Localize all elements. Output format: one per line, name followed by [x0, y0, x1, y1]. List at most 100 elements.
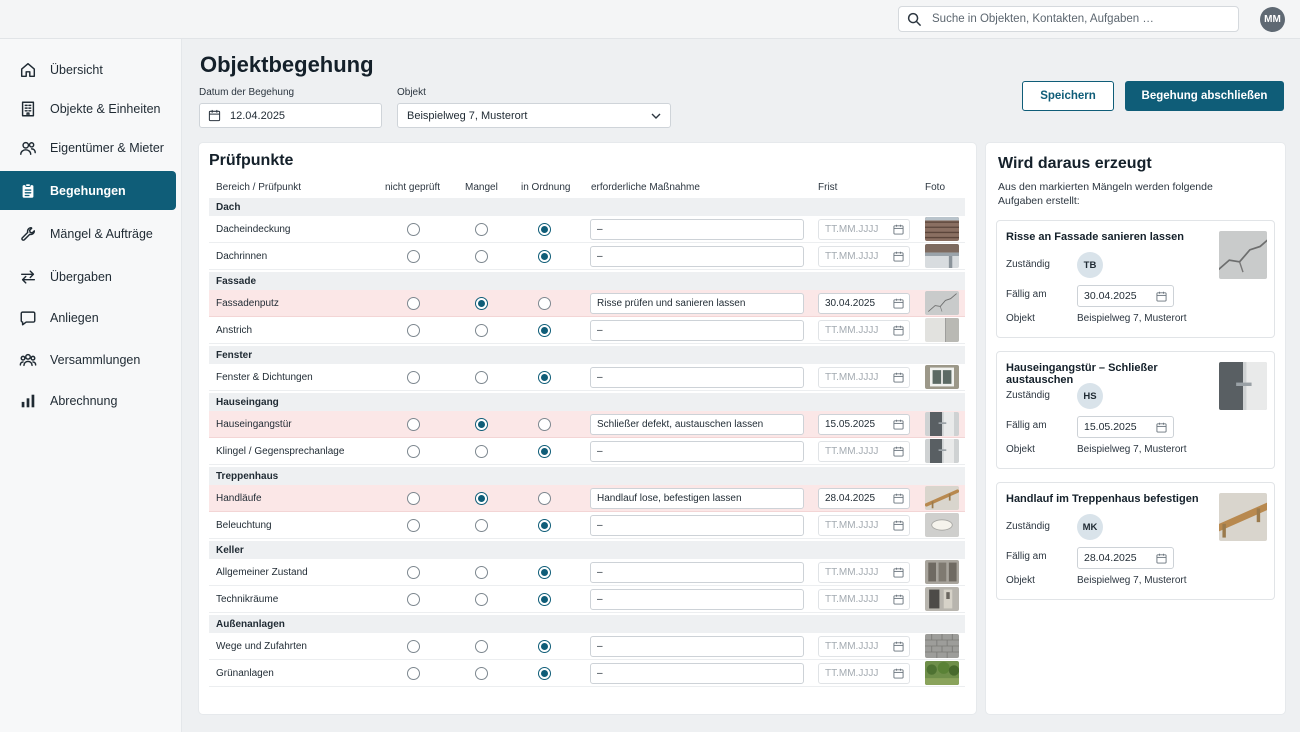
object-select[interactable]: Beispielweg 7, Musterort	[397, 103, 671, 128]
task-card[interactable]: Risse an Fassade sanieren lassen Zuständi…	[996, 220, 1275, 338]
user-avatar[interactable]: MM	[1260, 7, 1285, 32]
radio-ok[interactable]	[538, 250, 551, 263]
deadline-field[interactable]: TT.MM.JJJJ	[818, 219, 910, 240]
radio-not-checked[interactable]	[407, 445, 420, 458]
radio-defect[interactable]	[475, 593, 488, 606]
measure-input[interactable]: –	[590, 441, 804, 462]
radio-not-checked[interactable]	[407, 519, 420, 532]
radio-not-checked[interactable]	[407, 297, 420, 310]
photo-thumbnail[interactable]	[925, 291, 959, 315]
photo-thumbnail[interactable]	[925, 560, 959, 584]
photo-thumbnail[interactable]	[925, 486, 959, 510]
radio-ok[interactable]	[538, 492, 551, 505]
task-card[interactable]: Hauseingangstür – Schließer austauschen Z…	[996, 351, 1275, 469]
radio-not-checked[interactable]	[407, 492, 420, 505]
deadline-field[interactable]: TT.MM.JJJJ	[818, 441, 910, 462]
radio-ok[interactable]	[538, 667, 551, 680]
radio-defect[interactable]	[475, 445, 488, 458]
deadline-field[interactable]: TT.MM.JJJJ	[818, 636, 910, 657]
radio-defect[interactable]	[475, 566, 488, 579]
save-button[interactable]: Speichern	[1022, 81, 1114, 111]
assignee-avatar[interactable]: TB	[1077, 252, 1103, 278]
radio-not-checked[interactable]	[407, 640, 420, 653]
measure-input[interactable]: –	[590, 562, 804, 583]
sidebar-item-7[interactable]: Anliegen	[0, 298, 176, 337]
measure-input[interactable]: –	[590, 663, 804, 684]
radio-defect[interactable]	[475, 640, 488, 653]
radio-not-checked[interactable]	[407, 667, 420, 680]
radio-defect[interactable]	[475, 223, 488, 236]
photo-thumbnail[interactable]	[925, 513, 959, 537]
deadline-field[interactable]: 30.04.2025	[818, 293, 910, 314]
deadline-field[interactable]: TT.MM.JJJJ	[818, 515, 910, 536]
radio-defect[interactable]	[475, 667, 488, 680]
assignee-avatar[interactable]: HS	[1077, 383, 1103, 409]
measure-input[interactable]: –	[590, 219, 804, 240]
radio-defect[interactable]	[475, 297, 488, 310]
sidebar-item-4[interactable]: Begehungen	[0, 171, 176, 210]
calendar-icon[interactable]	[893, 520, 904, 531]
measure-input[interactable]: –	[590, 589, 804, 610]
sidebar-item-3[interactable]: Eigentümer & Mieter	[0, 128, 176, 167]
radio-ok[interactable]	[538, 324, 551, 337]
radio-ok[interactable]	[538, 223, 551, 236]
task-card[interactable]: Handlauf im Treppenhaus befestigen Zustän…	[996, 482, 1275, 600]
calendar-icon[interactable]	[893, 251, 904, 262]
assignee-avatar[interactable]: MK	[1077, 514, 1103, 540]
sidebar-item-2[interactable]: Objekte & Einheiten	[0, 89, 176, 128]
calendar-icon[interactable]	[893, 298, 904, 309]
deadline-field[interactable]: TT.MM.JJJJ	[818, 246, 910, 267]
sidebar-item-9[interactable]: Abrechnung	[0, 381, 176, 420]
photo-thumbnail[interactable]	[925, 365, 959, 389]
radio-not-checked[interactable]	[407, 324, 420, 337]
photo-thumbnail[interactable]	[925, 244, 959, 268]
calendar-icon[interactable]	[893, 594, 904, 605]
deadline-field[interactable]: TT.MM.JJJJ	[818, 562, 910, 583]
calendar-icon[interactable]	[893, 325, 904, 336]
calendar-icon[interactable]	[1156, 422, 1167, 433]
radio-ok[interactable]	[538, 566, 551, 579]
sidebar-item-6[interactable]: Übergaben	[0, 257, 176, 296]
radio-not-checked[interactable]	[407, 418, 420, 431]
sidebar-item-5[interactable]: Mängel & Aufträge	[0, 214, 176, 253]
radio-not-checked[interactable]	[407, 223, 420, 236]
measure-input[interactable]: –	[590, 367, 804, 388]
radio-ok[interactable]	[538, 445, 551, 458]
calendar-icon[interactable]	[893, 567, 904, 578]
photo-thumbnail[interactable]	[925, 318, 959, 342]
sidebar-item-1[interactable]: Übersicht	[0, 50, 176, 89]
photo-thumbnail[interactable]	[925, 661, 959, 685]
measure-input[interactable]: –	[590, 515, 804, 536]
calendar-icon[interactable]	[893, 372, 904, 383]
calendar-icon[interactable]	[893, 493, 904, 504]
radio-ok[interactable]	[538, 418, 551, 431]
search-input[interactable]	[932, 13, 1222, 25]
radio-defect[interactable]	[475, 324, 488, 337]
radio-ok[interactable]	[538, 297, 551, 310]
radio-not-checked[interactable]	[407, 593, 420, 606]
calendar-icon[interactable]	[1156, 291, 1167, 302]
due-date-field[interactable]: 28.04.2025	[1077, 547, 1174, 569]
photo-thumbnail[interactable]	[925, 217, 959, 241]
search-box[interactable]	[898, 6, 1239, 32]
deadline-field[interactable]: 28.04.2025	[818, 488, 910, 509]
radio-defect[interactable]	[475, 418, 488, 431]
photo-thumbnail[interactable]	[925, 412, 959, 436]
photo-thumbnail[interactable]	[925, 634, 959, 658]
due-date-field[interactable]: 15.05.2025	[1077, 416, 1174, 438]
radio-defect[interactable]	[475, 519, 488, 532]
date-field[interactable]: 12.04.2025	[199, 103, 382, 128]
deadline-field[interactable]: TT.MM.JJJJ	[818, 663, 910, 684]
deadline-field[interactable]: TT.MM.JJJJ	[818, 367, 910, 388]
calendar-icon[interactable]	[893, 641, 904, 652]
measure-input[interactable]: Schließer defekt, austauschen lassen	[590, 414, 804, 435]
deadline-field[interactable]: 15.05.2025	[818, 414, 910, 435]
finish-inspection-button[interactable]: Begehung abschließen	[1125, 81, 1284, 111]
radio-defect[interactable]	[475, 371, 488, 384]
deadline-field[interactable]: TT.MM.JJJJ	[818, 320, 910, 341]
radio-not-checked[interactable]	[407, 371, 420, 384]
measure-input[interactable]: Handlauf lose, befestigen lassen	[590, 488, 804, 509]
radio-ok[interactable]	[538, 371, 551, 384]
sidebar-item-8[interactable]: Versammlungen	[0, 340, 176, 379]
radio-ok[interactable]	[538, 593, 551, 606]
